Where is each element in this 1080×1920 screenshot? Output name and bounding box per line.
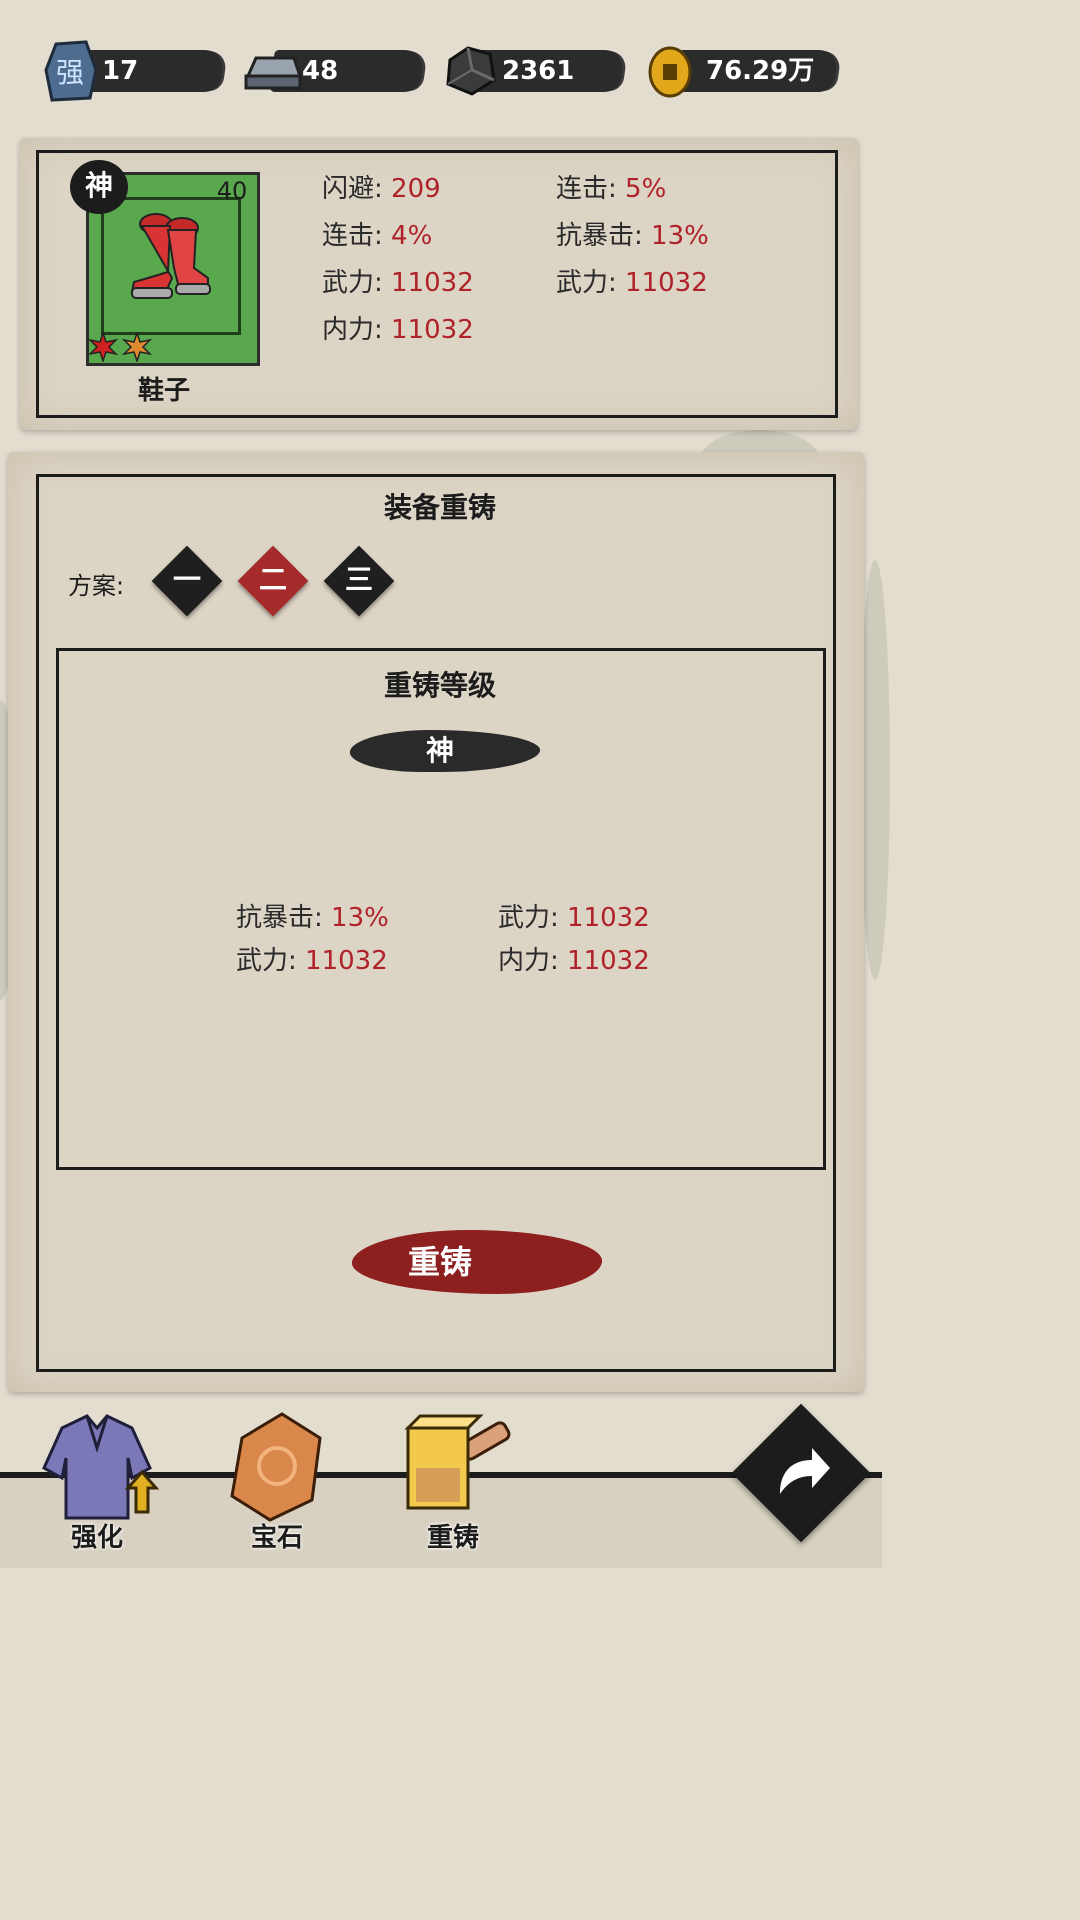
recast-level-value: 神 [425, 734, 454, 767]
item-level: 40 [216, 177, 248, 205]
recast-button[interactable]: 重铸 [390, 1240, 490, 1284]
star-icon [88, 332, 118, 362]
item-stat: 内力: 11032 [322, 315, 474, 345]
tab-strengthen[interactable]: 强化 [32, 1408, 162, 1558]
iron-ingot-icon [244, 56, 302, 90]
item-stat: 连击: 4% [322, 221, 433, 251]
item-stat: 武力: 11032 [556, 268, 708, 298]
scheme-button-2[interactable]: 二 [238, 560, 308, 600]
gold-coin-icon [648, 46, 692, 98]
gem-icon [230, 1412, 322, 1522]
background-ink [860, 560, 890, 980]
star-icon [122, 332, 152, 362]
scheme-button-1[interactable]: 一 [152, 560, 222, 600]
item-stat: 闪避: 209 [322, 174, 441, 204]
scheme-button-3[interactable]: 三 [324, 560, 394, 600]
currency-iron-ingot: 48 [242, 40, 432, 100]
recast-stat: 抗暴击: 13% [236, 903, 389, 933]
robe-upgrade-icon [42, 1414, 160, 1520]
rarity-badge: 神 [70, 160, 128, 214]
recast-level-frame [56, 648, 826, 1170]
recast-level-title: 重铸等级 [383, 669, 496, 702]
strength-stone-icon: 强 [44, 40, 98, 102]
tab-label: 宝石 [250, 1523, 303, 1553]
currency-value: 76.29万 [706, 56, 815, 86]
item-name: 鞋子 [137, 376, 190, 406]
currency-strength-stone: 强 17 [42, 40, 232, 102]
tab-recast[interactable]: 重铸 [388, 1408, 518, 1558]
currency-value: 2361 [502, 56, 575, 86]
currency-ore: 2361 [442, 40, 632, 100]
recast-stat: 武力: 11032 [498, 903, 650, 933]
ore-icon [446, 46, 496, 96]
forge-hammer-icon [404, 1414, 511, 1510]
currency-gold: 76.29万 [646, 40, 846, 100]
item-stat: 连击: 5% [556, 174, 667, 204]
recast-title: 装备重铸 [383, 491, 496, 524]
back-arrow-icon[interactable] [766, 1438, 836, 1508]
recast-stat: 内力: 11032 [498, 946, 650, 976]
recast-stat: 武力: 11032 [236, 946, 388, 976]
tab-label: 重铸 [426, 1523, 479, 1553]
svg-text:强: 强 [56, 56, 84, 89]
currency-value: 17 [102, 56, 139, 86]
tab-label: 强化 [70, 1523, 123, 1553]
scheme-label: 方案: [68, 572, 125, 600]
currency-value: 48 [302, 56, 339, 86]
item-stat: 抗暴击: 13% [556, 221, 709, 251]
boots-icon [130, 213, 211, 299]
item-stat: 武力: 11032 [322, 268, 474, 298]
tab-gem[interactable]: 宝石 [212, 1408, 342, 1558]
